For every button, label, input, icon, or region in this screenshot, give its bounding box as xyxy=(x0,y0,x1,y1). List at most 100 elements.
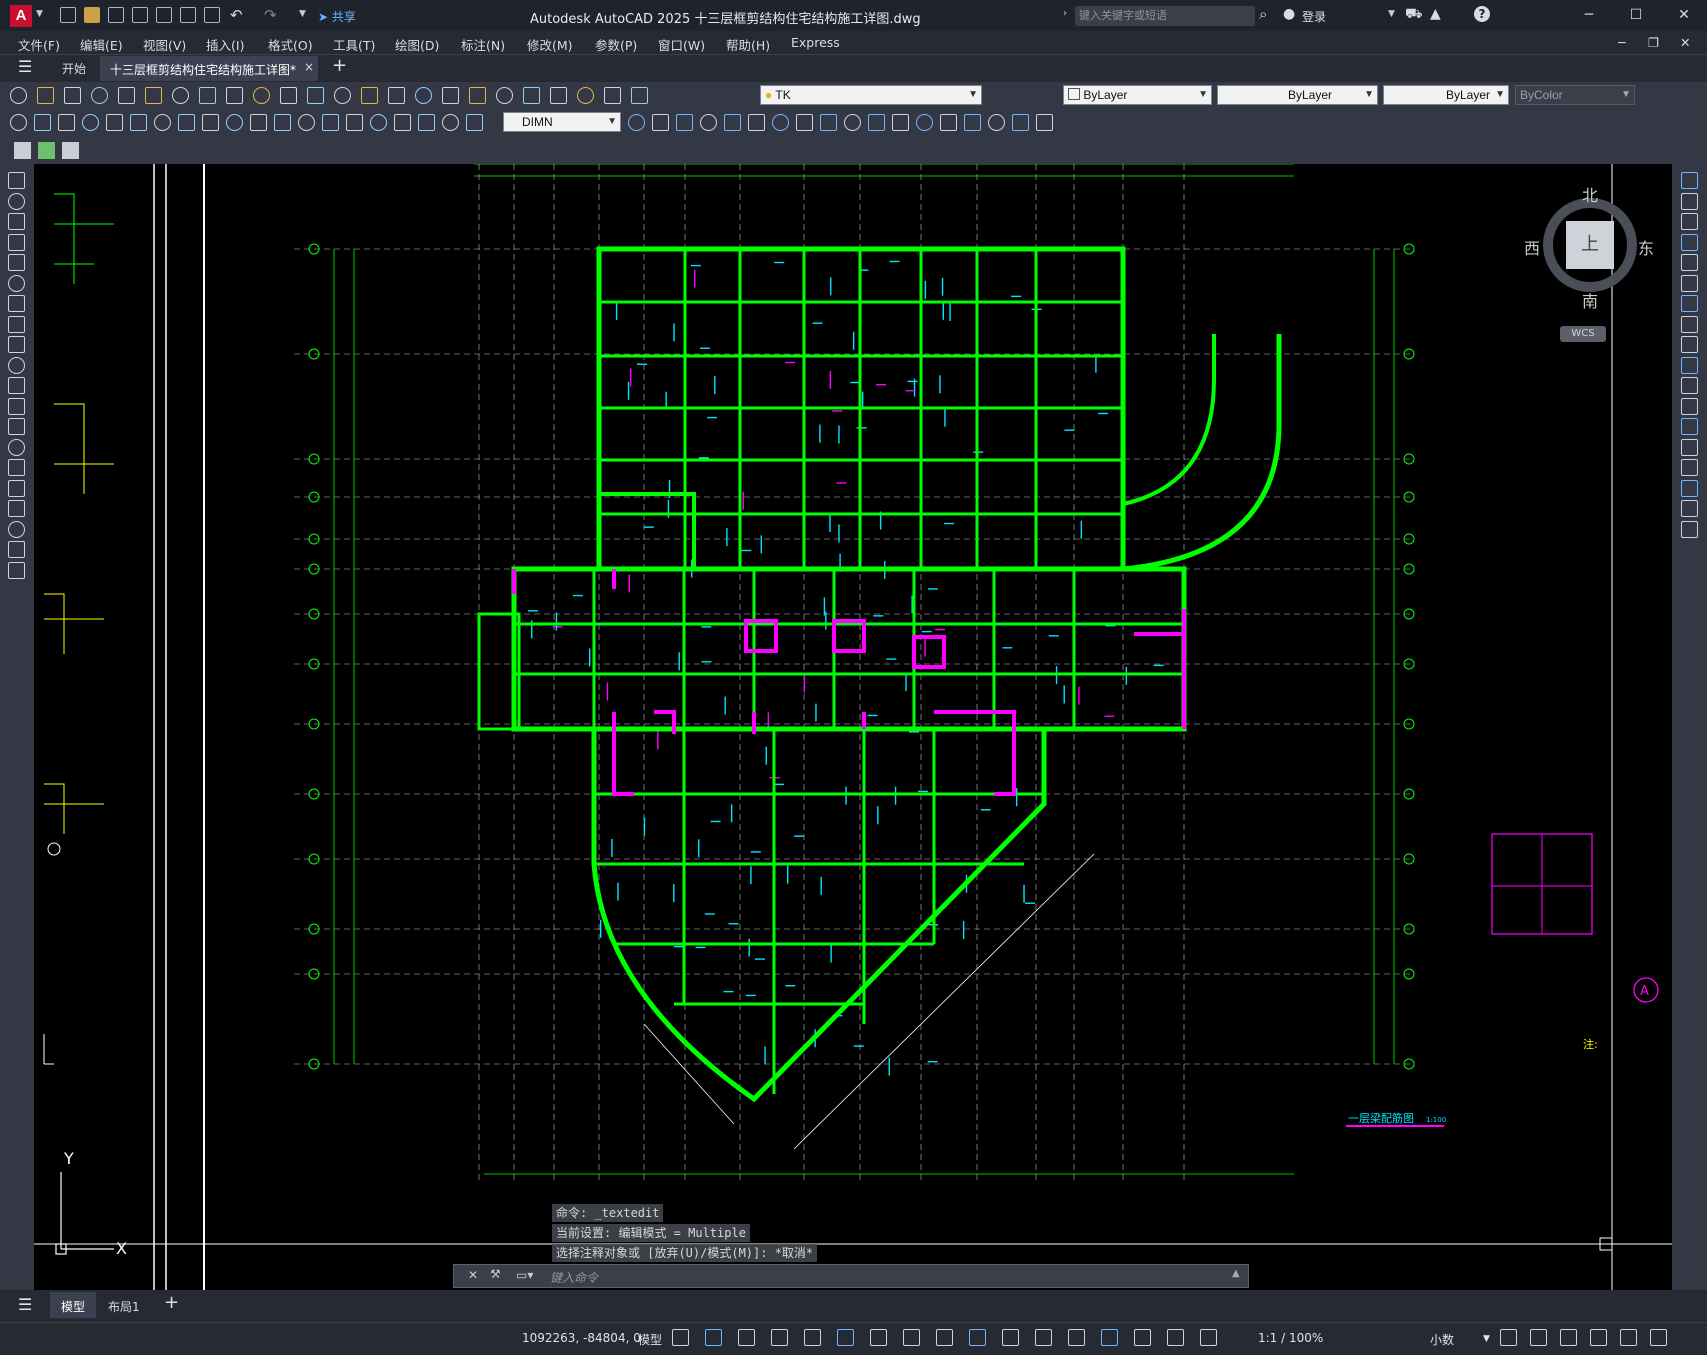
quick-access-dropdown-icon[interactable]: ▼ xyxy=(299,9,306,19)
dim-update-icon[interactable] xyxy=(466,114,483,131)
linear-dim-icon[interactable] xyxy=(10,114,27,131)
break-point-icon[interactable] xyxy=(892,114,909,131)
pan-icon[interactable] xyxy=(334,87,351,104)
spline-icon[interactable] xyxy=(8,336,25,353)
extend-icon[interactable] xyxy=(868,114,885,131)
aligned-dim-icon[interactable] xyxy=(34,114,51,131)
properties-icon[interactable] xyxy=(442,87,459,104)
customize-icon[interactable] xyxy=(1650,1329,1667,1346)
dim-space-icon[interactable] xyxy=(274,114,291,131)
erase-icon[interactable] xyxy=(628,114,645,131)
break-at-point-icon[interactable] xyxy=(1681,397,1698,415)
command-close-icon[interactable]: ✕ xyxy=(468,1268,478,1282)
arc-icon[interactable] xyxy=(8,274,25,292)
break-icon[interactable] xyxy=(916,114,933,131)
add-layout-button[interactable]: + xyxy=(164,1292,179,1313)
plotstyle-dropdown[interactable]: ByColor ▼ xyxy=(1515,85,1635,105)
lineweight-dropdown[interactable]: ByLayer ▼ xyxy=(1383,85,1509,105)
doc-minimize-button[interactable]: ─ xyxy=(1618,35,1626,50)
close-window-button[interactable]: ✕ xyxy=(1674,6,1694,24)
graphics-performance-icon[interactable] xyxy=(1590,1329,1607,1346)
selection-cycling-toggle-icon[interactable] xyxy=(1002,1329,1019,1346)
continue-dim-icon[interactable] xyxy=(250,114,267,131)
infer-toggle-icon[interactable] xyxy=(738,1329,755,1346)
command-recent-icon[interactable]: ▭▾ xyxy=(516,1268,533,1282)
move-icon[interactable] xyxy=(748,114,765,131)
fillet-icon[interactable] xyxy=(988,114,1005,131)
zoom-realtime-icon[interactable] xyxy=(361,87,378,104)
tool-palette-icon[interactable] xyxy=(496,87,513,104)
tab-document[interactable]: 十三层框剪结构住宅结构施工详图* × xyxy=(100,56,318,81)
units-dropdown[interactable]: 小数 xyxy=(1430,1331,1454,1348)
menu-draw[interactable]: 绘图(D) xyxy=(395,35,439,54)
dynamic-ucs-toggle-icon[interactable] xyxy=(1068,1329,1085,1346)
zoom-window-icon[interactable] xyxy=(388,87,405,104)
publish-icon[interactable] xyxy=(145,87,162,104)
insert-block-icon[interactable] xyxy=(8,397,25,415)
polyline-icon[interactable] xyxy=(8,213,25,230)
fillet-icon[interactable] xyxy=(1681,479,1698,497)
plot-icon[interactable] xyxy=(204,7,220,23)
extend-icon[interactable] xyxy=(1681,377,1698,394)
preview-icon[interactable] xyxy=(118,87,135,104)
dim-break-icon[interactable] xyxy=(298,114,315,131)
ellipse-icon[interactable] xyxy=(8,356,25,374)
login-dropdown-icon[interactable]: ▼ xyxy=(1388,9,1395,19)
radius-dim-icon[interactable] xyxy=(106,114,123,131)
menu-modify[interactable]: 修改(M) xyxy=(527,35,573,54)
menu-edit[interactable]: 编辑(E) xyxy=(80,35,123,54)
layout-menu-icon[interactable]: ☰ xyxy=(18,1295,32,1314)
autodesk-app-icon[interactable]: ▲ xyxy=(1430,6,1441,22)
login-button[interactable]: 登录 xyxy=(1302,8,1326,25)
menu-view[interactable]: 视图(V) xyxy=(143,35,186,54)
layer-properties-icon[interactable] xyxy=(631,87,648,104)
table-icon[interactable] xyxy=(8,520,25,538)
compass-east[interactable]: 东 xyxy=(1638,235,1654,259)
menu-dimension[interactable]: 标注(N) xyxy=(461,35,505,54)
help-search-input[interactable]: 键入关键字或短语 xyxy=(1075,6,1255,26)
chamfer-icon[interactable] xyxy=(1681,459,1698,476)
match-icon[interactable] xyxy=(253,87,270,104)
search-icon[interactable]: ⌕ xyxy=(1259,5,1267,23)
gradient-icon[interactable] xyxy=(8,479,25,497)
share-button[interactable]: ➤ 共享 xyxy=(318,8,356,25)
model-space-button[interactable]: 模型 xyxy=(638,1331,662,1348)
menu-format[interactable]: 格式(O) xyxy=(268,35,313,54)
compass-west[interactable]: 西 xyxy=(1524,235,1540,259)
markup-icon[interactable] xyxy=(550,87,567,104)
new-file-icon[interactable] xyxy=(60,7,76,23)
make-block-icon[interactable] xyxy=(8,418,25,435)
dimstyle-dropdown[interactable]: DIMN ▼ xyxy=(503,112,621,132)
erase-icon[interactable] xyxy=(1681,172,1698,189)
layer-dropdown[interactable]: ● TK ▼ xyxy=(760,85,982,105)
copy-icon[interactable] xyxy=(1681,192,1698,210)
lock-ui-icon[interactable] xyxy=(1530,1329,1547,1346)
save-web-icon[interactable] xyxy=(180,7,196,23)
open-file-icon[interactable] xyxy=(84,7,100,23)
offset-icon[interactable] xyxy=(700,114,717,131)
redo-icon[interactable] xyxy=(307,87,324,104)
dim-edit-icon[interactable] xyxy=(418,114,435,131)
command-input[interactable]: 键入命令 xyxy=(550,1269,598,1286)
save-as-icon[interactable] xyxy=(132,7,148,23)
minimize-button[interactable]: ─ xyxy=(1579,6,1599,24)
rotate-icon[interactable] xyxy=(772,114,789,131)
help-icon[interactable]: ? xyxy=(1474,6,1490,22)
user-icon[interactable]: ● xyxy=(1283,6,1295,22)
3d-osnap-toggle-icon[interactable] xyxy=(1035,1329,1052,1346)
color-dropdown[interactable]: ByLayer ▼ xyxy=(1063,85,1212,105)
diameter-dim-icon[interactable] xyxy=(154,114,171,131)
tab-model[interactable]: 模型 xyxy=(50,1292,96,1318)
rectangle-icon[interactable] xyxy=(8,254,25,271)
annotation-scale-button[interactable]: 1:1 / 100% xyxy=(1258,1331,1323,1345)
compass-south[interactable]: 南 xyxy=(1582,288,1598,312)
jogged-dim-icon[interactable] xyxy=(130,114,147,131)
array-icon[interactable] xyxy=(1681,254,1698,271)
search-expand-icon[interactable]: › xyxy=(1063,8,1067,19)
explode-icon[interactable] xyxy=(1681,520,1698,538)
open-icon[interactable] xyxy=(37,87,54,104)
region-icon[interactable] xyxy=(8,500,25,517)
trim-icon[interactable] xyxy=(1681,356,1698,374)
inspect-icon[interactable] xyxy=(370,114,387,131)
cut-icon[interactable] xyxy=(172,87,189,104)
